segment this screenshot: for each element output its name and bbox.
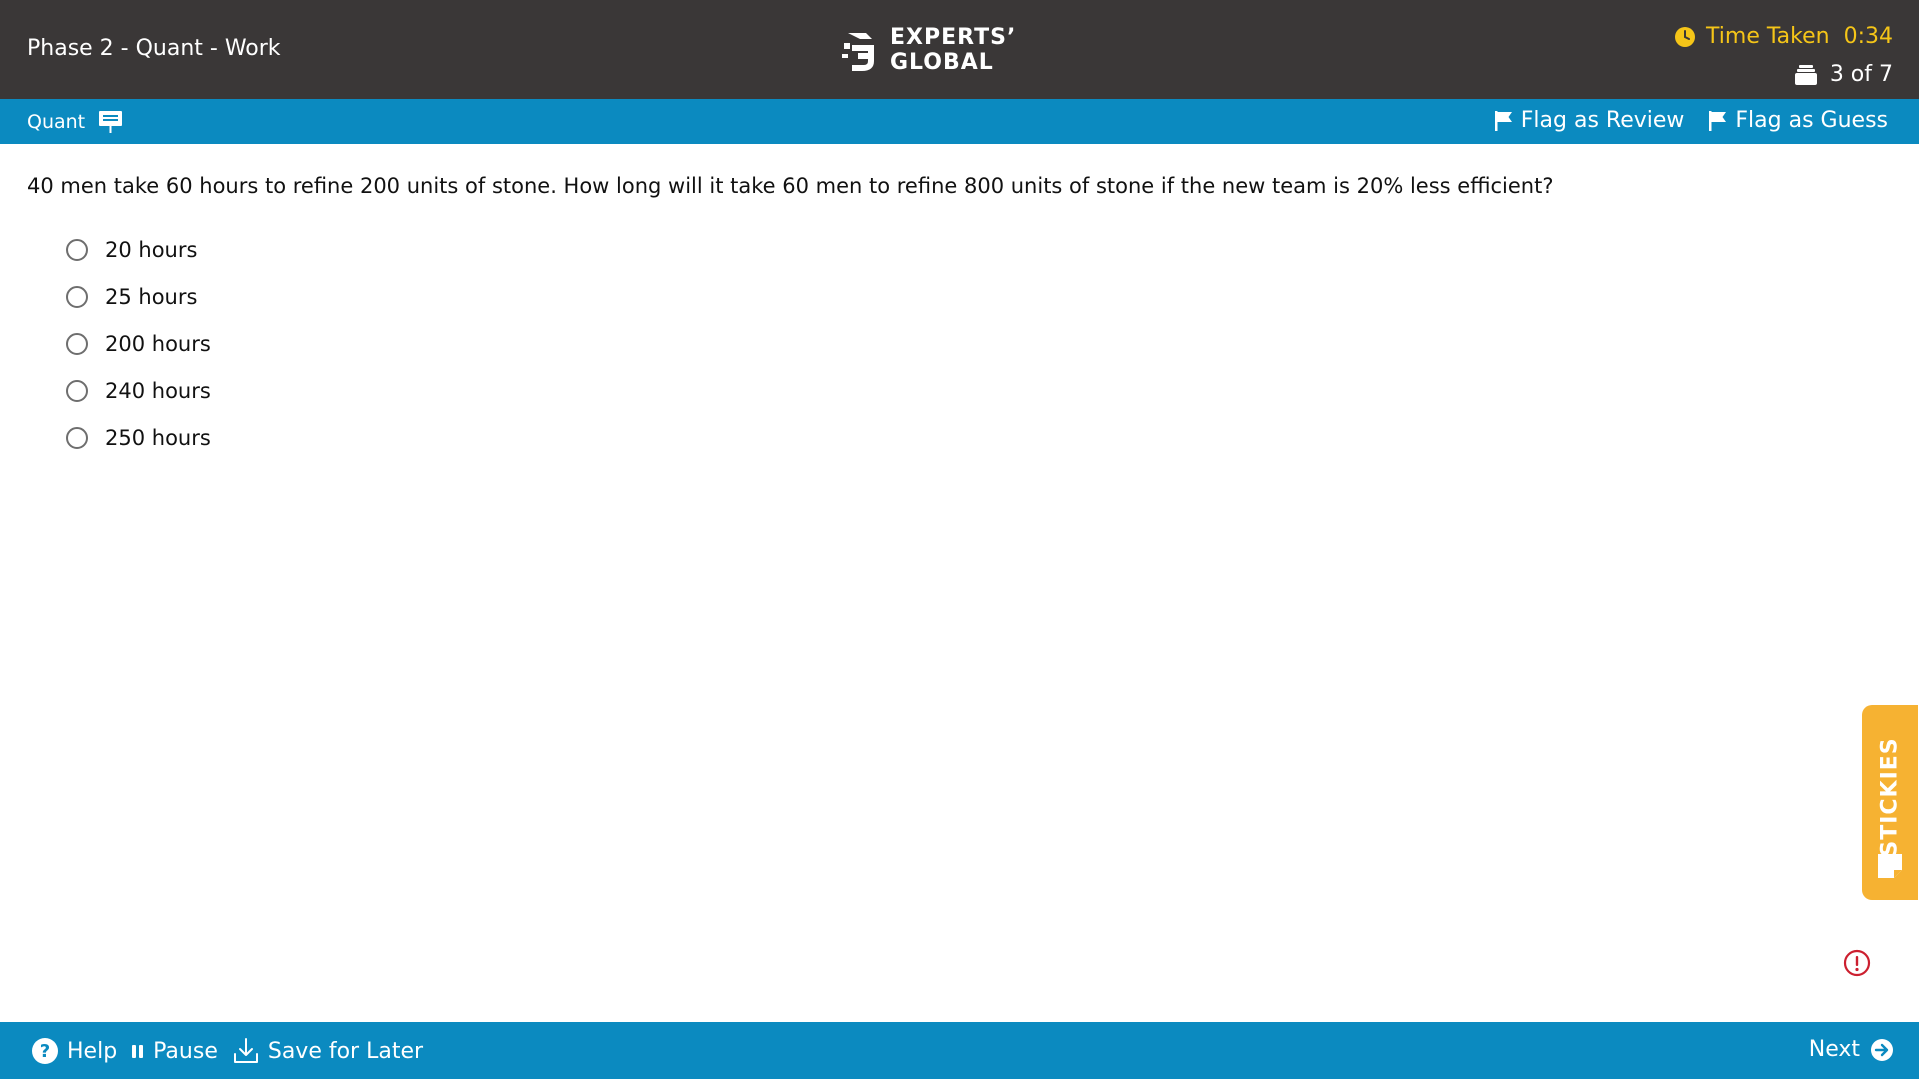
option-label: 20 hours bbox=[105, 237, 198, 262]
radio-button[interactable] bbox=[66, 238, 88, 261]
bottom-toolbar: ? Help Pause Save for Later Next bbox=[0, 1022, 1919, 1079]
radio-button[interactable] bbox=[66, 332, 88, 355]
logo-line-1: EXPERTS’ bbox=[890, 25, 1017, 50]
question-stack-icon bbox=[1794, 64, 1817, 85]
help-button[interactable]: ? Help bbox=[31, 1037, 117, 1065]
download-icon bbox=[233, 1038, 258, 1063]
report-error-icon[interactable] bbox=[1843, 949, 1871, 977]
flag-guess-label: Flag as Guess bbox=[1735, 108, 1888, 133]
flag-icon bbox=[1709, 110, 1727, 131]
answer-option-5[interactable]: 250 hours bbox=[66, 414, 211, 461]
answer-option-3[interactable]: 200 hours bbox=[66, 320, 211, 367]
section-title: Phase 2 - Quant - Work bbox=[27, 36, 281, 61]
timer-value: 0:34 bbox=[1843, 24, 1893, 49]
top-header: Phase 2 - Quant - Work EXPERTS’ GLOBAL T… bbox=[0, 0, 1919, 99]
radio-button[interactable] bbox=[66, 285, 88, 308]
option-label: 240 hours bbox=[105, 378, 211, 403]
logo-mark-icon bbox=[842, 33, 874, 71]
option-label: 250 hours bbox=[105, 425, 211, 450]
stickies-tab[interactable]: STICKIES bbox=[1862, 705, 1918, 900]
section-bar: Quant Flag as Review Flag as Guess bbox=[0, 99, 1919, 144]
radio-button[interactable] bbox=[66, 379, 88, 402]
save-for-later-button[interactable]: Save for Later bbox=[232, 1037, 423, 1065]
timer: Time Taken 0:34 bbox=[1674, 24, 1893, 49]
flag-icon bbox=[1494, 110, 1512, 131]
stickies-label: STICKIES bbox=[1877, 737, 1903, 857]
question-progress: 3 of 7 bbox=[1794, 62, 1893, 87]
pause-icon bbox=[132, 1045, 144, 1058]
svg-text:?: ? bbox=[40, 1041, 50, 1062]
clock-icon bbox=[1675, 26, 1696, 47]
pause-label: Pause bbox=[153, 1038, 218, 1064]
flag-as-guess-button[interactable]: Flag as Guess bbox=[1708, 108, 1888, 133]
answer-option-2[interactable]: 25 hours bbox=[66, 273, 211, 320]
whiteboard-icon[interactable] bbox=[98, 110, 123, 134]
option-label: 200 hours bbox=[105, 331, 211, 356]
answer-option-4[interactable]: 240 hours bbox=[66, 367, 211, 414]
timer-label: Time Taken bbox=[1706, 24, 1830, 49]
save-label: Save for Later bbox=[267, 1038, 424, 1064]
pause-button[interactable]: Pause bbox=[131, 1039, 218, 1064]
logo-wordmark: EXPERTS’ GLOBAL bbox=[890, 25, 1016, 75]
option-label: 25 hours bbox=[105, 284, 198, 309]
flag-controls: Flag as Review Flag as Guess bbox=[1494, 108, 1888, 133]
help-icon: ? bbox=[32, 1038, 58, 1064]
progress-text: 3 of 7 bbox=[1829, 62, 1893, 87]
sticky-note-icon bbox=[1878, 854, 1902, 878]
question-text: 40 men take 60 hours to refine 200 units… bbox=[27, 174, 1554, 198]
flag-as-review-button[interactable]: Flag as Review bbox=[1494, 108, 1685, 133]
radio-button[interactable] bbox=[66, 426, 88, 449]
footer-left-controls: ? Help Pause Save for Later bbox=[31, 1037, 437, 1065]
answer-option-1[interactable]: 20 hours bbox=[66, 226, 211, 273]
section-label: Quant bbox=[27, 111, 86, 133]
flag-review-label: Flag as Review bbox=[1520, 108, 1685, 133]
experts-global-logo: EXPERTS’ GLOBAL bbox=[838, 24, 1016, 76]
logo-line-2: GLOBAL bbox=[890, 50, 994, 75]
help-label: Help bbox=[67, 1038, 118, 1064]
answer-options: 20 hours 25 hours 200 hours 240 hours 25… bbox=[66, 226, 211, 461]
next-label: Next bbox=[1808, 1037, 1860, 1062]
section-label-group: Quant bbox=[27, 110, 123, 134]
next-button[interactable]: Next bbox=[1809, 1037, 1894, 1062]
arrow-right-circle-icon bbox=[1871, 1038, 1893, 1061]
